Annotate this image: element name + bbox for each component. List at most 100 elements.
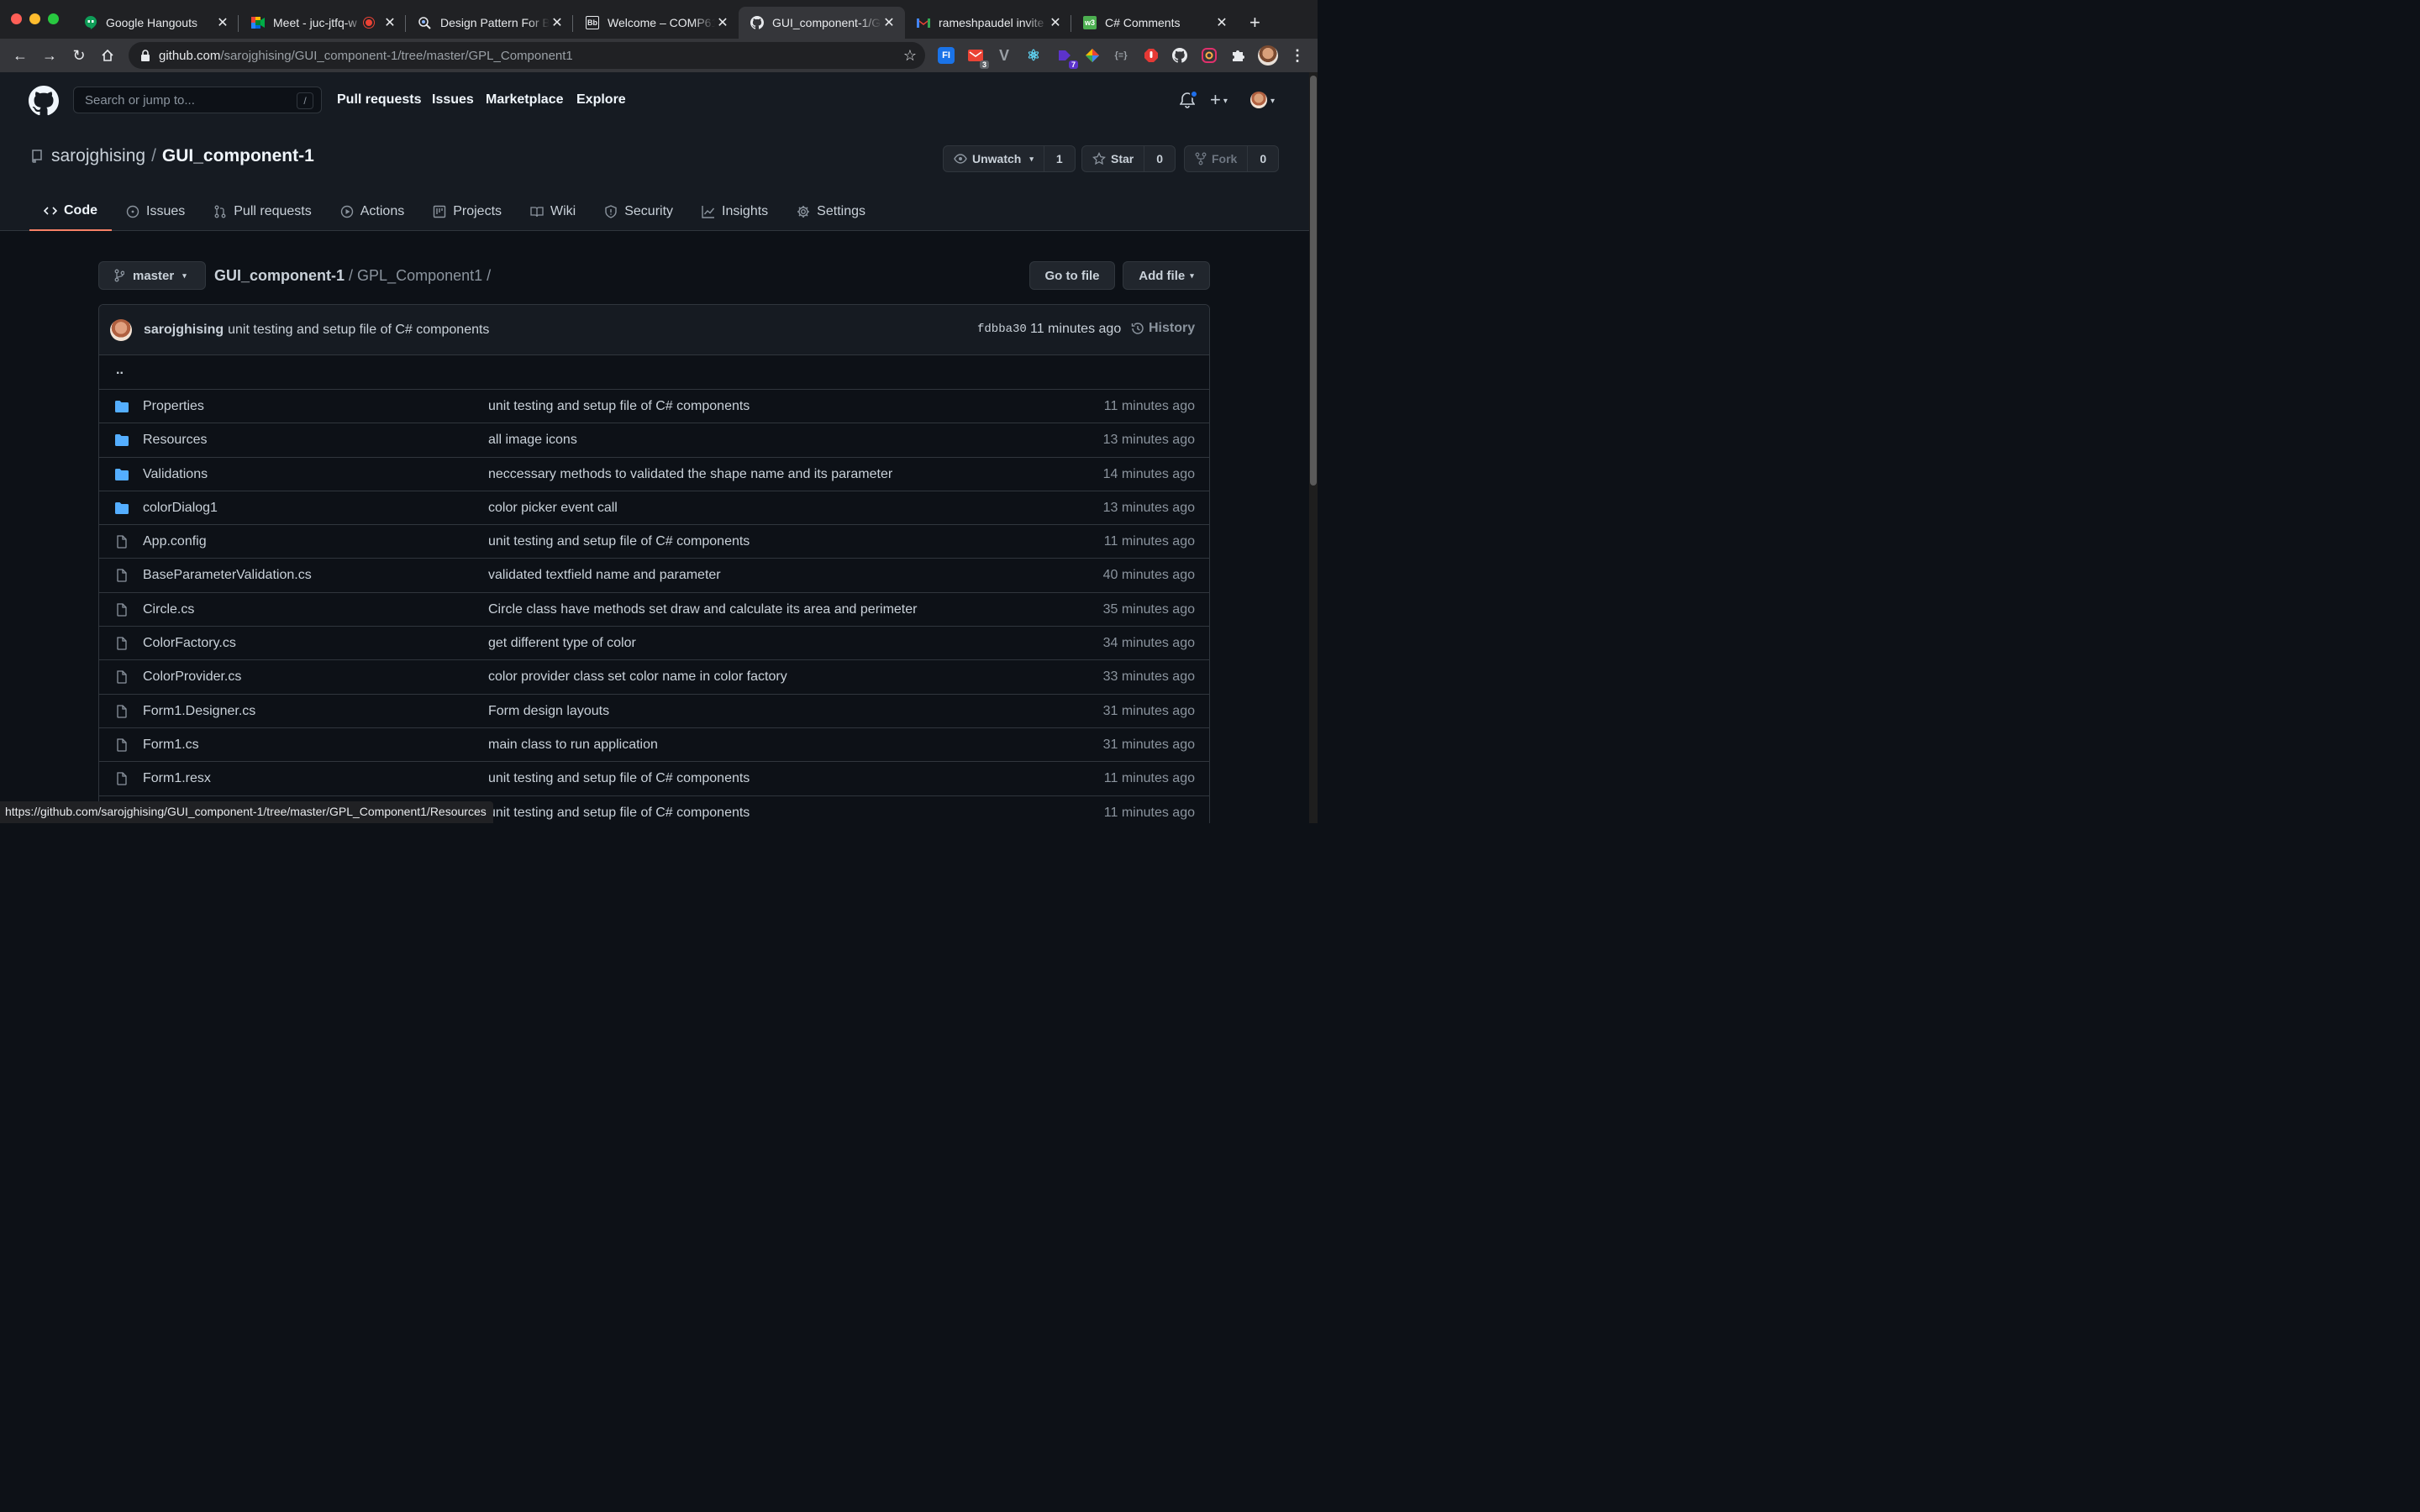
nav-explore[interactable]: Explore xyxy=(576,92,626,108)
file-commit-message-link[interactable]: unit testing and setup file of C# compon… xyxy=(488,771,750,786)
extension-tag-icon[interactable]: 7 xyxy=(1056,47,1078,69)
tab-actions[interactable]: Actions xyxy=(326,192,418,231)
file-name-link[interactable]: App.config xyxy=(143,534,207,549)
forward-arrow-icon[interactable]: → xyxy=(39,45,60,66)
repo-owner-link[interactable]: sarojghising xyxy=(51,146,145,166)
file-row[interactable]: Form1.Designer.cs Form design layouts 31 m… xyxy=(99,693,1209,727)
avatar[interactable] xyxy=(110,318,132,341)
go-to-file-button[interactable]: Go to file xyxy=(1029,261,1115,290)
extension-github-icon[interactable] xyxy=(1171,47,1188,64)
notifications-bell-icon[interactable] xyxy=(1179,90,1198,113)
close-window-button[interactable] xyxy=(11,13,22,24)
profile-avatar[interactable] xyxy=(1258,45,1278,66)
close-tab-icon[interactable]: ✕ xyxy=(715,14,730,31)
file-row[interactable]: App.config unit testing and setup file of… xyxy=(99,524,1209,558)
file-commit-message-link[interactable]: unit testing and setup file of C# compon… xyxy=(488,806,750,821)
global-search[interactable]: / xyxy=(73,87,322,113)
browser-tab-csharp[interactable]: w3 C# Comments ✕ xyxy=(1071,7,1238,39)
breadcrumb-repo-link[interactable]: GUI_component-1 xyxy=(214,267,345,284)
extension-instagram-icon[interactable] xyxy=(1201,47,1218,64)
home-icon[interactable] xyxy=(97,45,118,66)
tab-insights[interactable]: Insights xyxy=(687,192,782,231)
nav-marketplace[interactable]: Marketplace xyxy=(486,92,564,108)
browser-tab-meet[interactable]: Meet - juc-jtfq-w ✕ xyxy=(239,7,406,39)
file-row[interactable]: Properties unit testing and setup file of… xyxy=(99,389,1209,423)
fork-count[interactable]: 0 xyxy=(1247,146,1278,171)
extensions-puzzle-icon[interactable] xyxy=(1229,47,1246,64)
file-name-link[interactable]: Form1.resx xyxy=(143,771,211,786)
file-name-link[interactable]: BaseParameterValidation.cs xyxy=(143,568,312,583)
file-commit-message-link[interactable]: color provider class set color name in c… xyxy=(488,669,787,685)
minimize-window-button[interactable] xyxy=(29,13,40,24)
file-row[interactable]: ColorProvider.cs color provider class set… xyxy=(99,659,1209,693)
extension-v-icon[interactable]: V xyxy=(996,47,1013,64)
repo-name-link[interactable]: GUI_component-1 xyxy=(162,146,314,166)
close-tab-icon[interactable]: ✕ xyxy=(1048,14,1063,31)
back-arrow-icon[interactable]: ← xyxy=(10,45,30,66)
create-new-plus-icon[interactable]: + ▾ xyxy=(1210,89,1228,111)
browser-tab-gmail[interactable]: rameshpaudel invite ✕ xyxy=(905,7,1071,39)
file-name-link[interactable]: Resources xyxy=(143,433,207,448)
tab-code[interactable]: Code xyxy=(29,192,112,231)
user-avatar-menu[interactable]: ▾ xyxy=(1250,92,1275,108)
new-tab-button[interactable]: + xyxy=(1249,12,1260,34)
file-commit-message-link[interactable]: unit testing and setup file of C# compon… xyxy=(488,534,750,549)
page-scrollbar[interactable] xyxy=(1309,72,1318,823)
commit-time[interactable]: 11 minutes ago xyxy=(1030,322,1121,337)
extension-brackets-icon[interactable]: {≡} xyxy=(1113,47,1129,64)
close-tab-icon[interactable]: ✕ xyxy=(382,14,397,31)
file-name-link[interactable]: Properties xyxy=(143,399,204,414)
add-file-button[interactable]: Add file ▾ xyxy=(1123,261,1210,290)
file-commit-message-link[interactable]: Form design layouts xyxy=(488,704,609,719)
watch-count[interactable]: 1 xyxy=(1043,146,1075,171)
tab-pull-requests[interactable]: Pull requests xyxy=(199,192,326,231)
browser-menu-icon[interactable]: ⋮ xyxy=(1289,47,1306,64)
extension-fi-icon[interactable]: FI xyxy=(938,47,955,64)
file-row[interactable]: Circle.cs Circle class have methods set d… xyxy=(99,591,1209,626)
reload-icon[interactable]: ↻ xyxy=(69,45,89,66)
file-name-link[interactable]: Circle.cs xyxy=(143,602,194,617)
file-commit-message-link[interactable]: all image icons xyxy=(488,433,577,448)
parent-directory-link[interactable]: .. xyxy=(116,363,124,378)
file-commit-message-link[interactable]: main class to run application xyxy=(488,738,658,753)
file-commit-message-link[interactable]: Circle class have methods set draw and c… xyxy=(488,602,917,617)
file-row[interactable]: BaseParameterValidation.cs validated text… xyxy=(99,558,1209,591)
file-commit-message-link[interactable]: color picker event call xyxy=(488,501,618,516)
commit-message[interactable]: unit testing and setup file of C# compon… xyxy=(228,323,489,338)
star-count[interactable]: 0 xyxy=(1144,146,1175,171)
file-commit-message-link[interactable]: get different type of color xyxy=(488,636,636,651)
close-tab-icon[interactable]: ✕ xyxy=(1214,14,1229,31)
file-row[interactable]: Form1.cs main class to run application 31 … xyxy=(99,727,1209,761)
maximize-window-button[interactable] xyxy=(48,13,59,24)
file-commit-message-link[interactable]: validated textfield name and parameter xyxy=(488,568,721,583)
close-tab-icon[interactable]: ✕ xyxy=(881,14,897,31)
fork-button[interactable]: Fork 0 xyxy=(1184,145,1280,172)
file-commit-message-link[interactable]: unit testing and setup file of C# compon… xyxy=(488,399,750,414)
extension-color-icon[interactable] xyxy=(1084,47,1101,64)
browser-tab-design-pattern[interactable]: Design Pattern For B ✕ xyxy=(407,7,573,39)
address-bar[interactable]: github.com/sarojghising/GUI_component-1/… xyxy=(129,42,925,69)
file-row[interactable]: Resources all image icons 13 minutes ago xyxy=(99,423,1209,456)
watch-button[interactable]: Unwatch ▾ 1 xyxy=(943,145,1076,172)
file-name-link[interactable]: colorDialog1 xyxy=(143,501,218,516)
extension-adblock-icon[interactable] xyxy=(1143,47,1160,64)
history-link[interactable]: History xyxy=(1131,321,1195,336)
file-name-link[interactable]: Validations xyxy=(143,467,208,482)
branch-selector[interactable]: master ▾ xyxy=(98,261,206,290)
close-tab-icon[interactable]: ✕ xyxy=(215,14,230,31)
file-row[interactable]: ColorFactory.cs get different type of col… xyxy=(99,626,1209,659)
tab-wiki[interactable]: Wiki xyxy=(516,192,590,231)
nav-pull-requests[interactable]: Pull requests xyxy=(337,92,421,108)
file-row[interactable]: Validations neccessary methods to validat… xyxy=(99,456,1209,491)
file-name-link[interactable]: Form1.Designer.cs xyxy=(143,704,255,719)
extension-mail-icon[interactable]: 3 xyxy=(967,47,989,69)
extension-react-icon[interactable]: ⚛ xyxy=(1025,47,1042,64)
file-name-link[interactable]: ColorFactory.cs xyxy=(143,636,236,651)
tab-security[interactable]: Security xyxy=(590,192,687,231)
file-name-link[interactable]: ColorProvider.cs xyxy=(143,669,241,685)
browser-tab-hangouts[interactable]: Google Hangouts ✕ xyxy=(72,7,239,39)
file-row[interactable]: Form1.resx unit testing and setup file of… xyxy=(99,761,1209,795)
parent-directory-row[interactable]: .. xyxy=(99,355,1209,389)
commit-sha[interactable]: fdbba30 xyxy=(977,323,1027,336)
close-tab-icon[interactable]: ✕ xyxy=(550,14,565,31)
